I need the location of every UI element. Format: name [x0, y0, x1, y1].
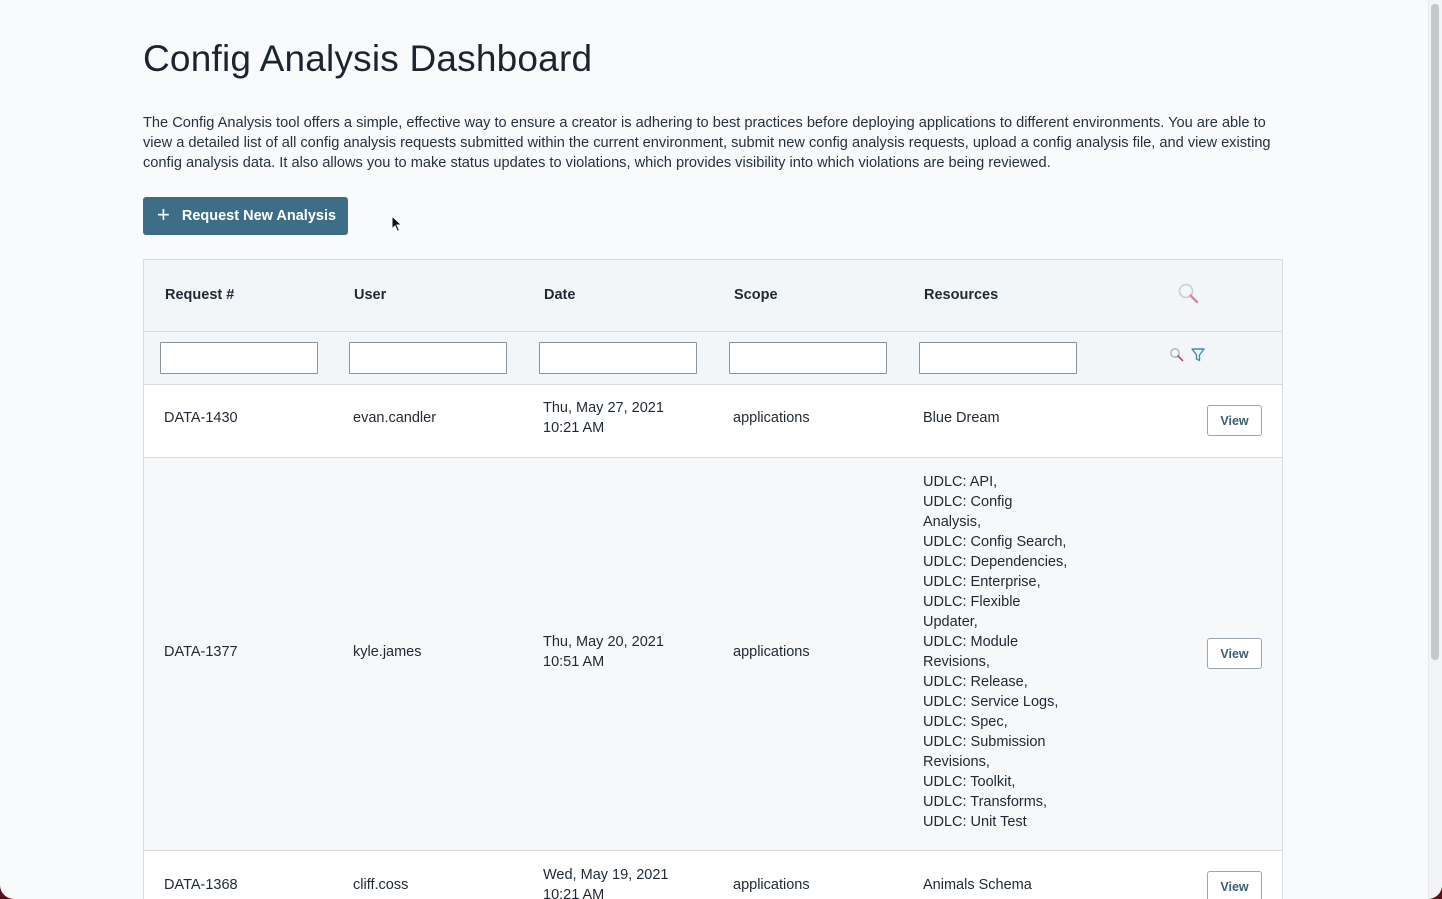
view-button[interactable]: View	[1207, 638, 1262, 669]
time-line: 10:21 AM	[543, 887, 605, 899]
date-filter-input[interactable]	[539, 342, 697, 374]
page-title: Config Analysis Dashboard	[143, 38, 593, 79]
scope-filter-input[interactable]	[729, 342, 887, 374]
column-header-request[interactable]: Request #	[165, 287, 234, 303]
request-date: Wed, May 19, 2021 10:21 AM	[543, 865, 668, 899]
resource-item: UDLC: Enterprise,	[923, 574, 1041, 590]
search-icon[interactable]	[1177, 282, 1201, 306]
request-date: Thu, May 20, 2021 10:51 AM	[543, 632, 664, 672]
resource-item: UDLC: Spec,	[923, 714, 1008, 730]
table-row: DATA-1368 cliff.coss Wed, May 19, 2021 1…	[144, 851, 1282, 899]
resource-item: UDLC: Release,	[923, 674, 1028, 690]
column-header-date[interactable]: Date	[544, 287, 575, 303]
resources: Animals Schema	[923, 875, 1032, 895]
request-new-analysis-label: Request New Analysis	[181, 208, 337, 224]
request-id: DATA-1368	[164, 877, 238, 893]
resource-item: UDLC: Transforms,	[923, 794, 1048, 810]
scope: applications	[733, 410, 810, 426]
resource-item: UDLC: Toolkit,	[923, 774, 1016, 790]
time-line: 10:21 AM	[543, 420, 605, 436]
request-date: Thu, May 27, 2021 10:21 AM	[543, 398, 664, 438]
table-row: DATA-1430 evan.candler Thu, May 27, 2021…	[144, 385, 1282, 458]
resource-item: Revisions,	[923, 754, 990, 770]
resource-item: UDLC: Module	[923, 634, 1019, 650]
view-button[interactable]: View	[1207, 405, 1262, 436]
resource-item: Analysis,	[923, 514, 982, 530]
mouse-cursor-icon	[391, 215, 403, 233]
filter-icon[interactable]	[1190, 347, 1206, 363]
resources: UDLC: API, UDLC: Config Analysis, UDLC: …	[923, 472, 1067, 832]
scope: applications	[733, 644, 810, 660]
scope: applications	[733, 877, 810, 893]
resource-item: UDLC: Config Search,	[923, 534, 1067, 550]
request-id: DATA-1430	[164, 410, 238, 426]
resource-item: Revisions,	[923, 654, 990, 670]
resource-item: Animals Schema	[923, 877, 1032, 893]
date-line: Thu, May 27, 2021	[543, 400, 664, 416]
analysis-table: Request # User Date Scope Resources DATA…	[143, 259, 1283, 899]
resources: Blue Dream	[923, 408, 1000, 428]
user-name: evan.candler	[353, 410, 437, 426]
search-icon[interactable]	[1169, 347, 1185, 363]
column-header-user[interactable]: User	[354, 287, 386, 303]
resource-item: UDLC: API,	[923, 474, 998, 490]
resource-item: UDLC: Dependencies,	[923, 554, 1068, 570]
vertical-scrollbar[interactable]	[1428, 0, 1442, 899]
resource-item: Updater,	[923, 614, 978, 630]
date-line: Wed, May 19, 2021	[543, 867, 669, 883]
page-description: The Config Analysis tool offers a simple…	[143, 115, 1271, 171]
resource-item: UDLC: Submission	[923, 734, 1046, 750]
user-name: kyle.james	[353, 644, 422, 660]
request-filter-input[interactable]	[160, 342, 318, 374]
resources-filter-input[interactable]	[919, 342, 1077, 374]
resource-item: UDLC: Flexible	[923, 594, 1021, 610]
table-header: Request # User Date Scope Resources	[144, 260, 1282, 332]
resource-item: UDLC: Unit Test	[923, 814, 1027, 830]
column-header-resources[interactable]: Resources	[924, 287, 998, 303]
resource-item: UDLC: Service Logs,	[923, 694, 1059, 710]
user-name: cliff.coss	[353, 877, 409, 893]
resource-item: UDLC: Config	[923, 494, 1013, 510]
request-new-analysis-button[interactable]: + Request New Analysis	[143, 197, 348, 235]
user-filter-input[interactable]	[349, 342, 507, 374]
plus-icon: +	[157, 202, 170, 227]
table-row: DATA-1377 kyle.james Thu, May 20, 2021 1…	[144, 458, 1282, 851]
browser-window: Config Analysis Dashboard The Config Ana…	[0, 0, 1442, 899]
time-line: 10:51 AM	[543, 654, 605, 670]
view-button[interactable]: View	[1207, 871, 1262, 899]
resource-item: Blue Dream	[923, 410, 1000, 426]
scrollbar-thumb[interactable]	[1431, 4, 1439, 660]
date-line: Thu, May 20, 2021	[543, 634, 664, 650]
filter-row	[144, 332, 1282, 385]
column-header-scope[interactable]: Scope	[734, 287, 778, 303]
request-id: DATA-1377	[164, 644, 238, 660]
